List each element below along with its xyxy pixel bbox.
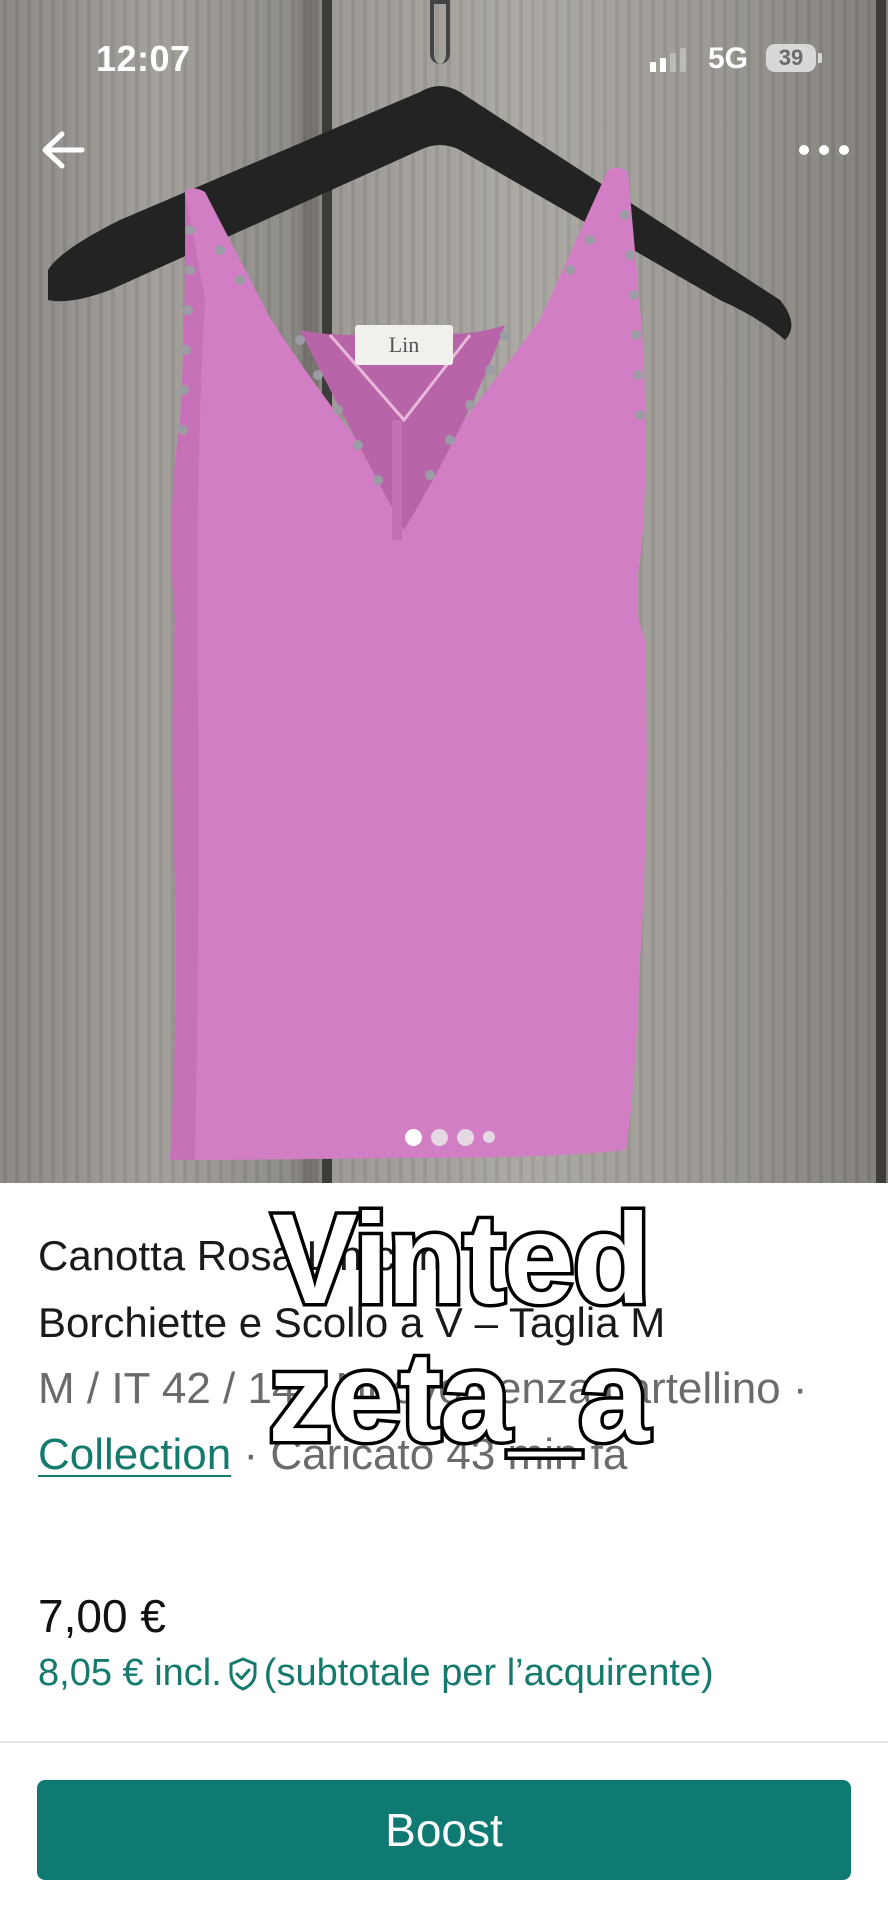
price-incl-row[interactable]: 8,05 € incl. (subtotale per l’acquirente… — [38, 1652, 714, 1695]
watermark-line2: zeta_a — [264, 1326, 652, 1469]
svg-text:Lin: Lin — [389, 332, 420, 357]
carousel-dot-2[interactable] — [431, 1128, 448, 1146]
carousel-dot-3[interactable] — [457, 1128, 474, 1146]
signal-icon — [650, 48, 686, 72]
boost-button[interactable]: Boost — [37, 1780, 851, 1880]
battery-tip — [818, 53, 822, 63]
network-label: 5G — [708, 42, 749, 75]
carousel-dot-4[interactable] — [483, 1131, 495, 1143]
tank-top-image: Lin — [48, 86, 792, 1160]
price-incl-value: 8,05 € incl. — [38, 1652, 222, 1694]
collection-link[interactable]: Collection — [38, 1430, 231, 1479]
product-photo[interactable]: Lin 12:07 5G 39 — [0, 0, 888, 1183]
more-dots-icon[interactable] — [796, 140, 852, 160]
carousel-indicator[interactable] — [405, 1128, 495, 1146]
battery-icon: 39 — [766, 44, 816, 72]
divider — [0, 1741, 888, 1743]
item-price: 7,00 € — [38, 1590, 166, 1642]
watermark-line1: Vinted — [269, 1188, 655, 1331]
status-bar: 12:07 5G 39 — [0, 0, 888, 120]
carousel-dot-1[interactable] — [405, 1128, 422, 1146]
back-arrow-icon[interactable] — [40, 130, 86, 170]
shield-icon — [229, 1656, 257, 1691]
price-incl-note: (subtotale per l’acquirente) — [263, 1652, 714, 1694]
status-time: 12:07 — [96, 38, 191, 79]
